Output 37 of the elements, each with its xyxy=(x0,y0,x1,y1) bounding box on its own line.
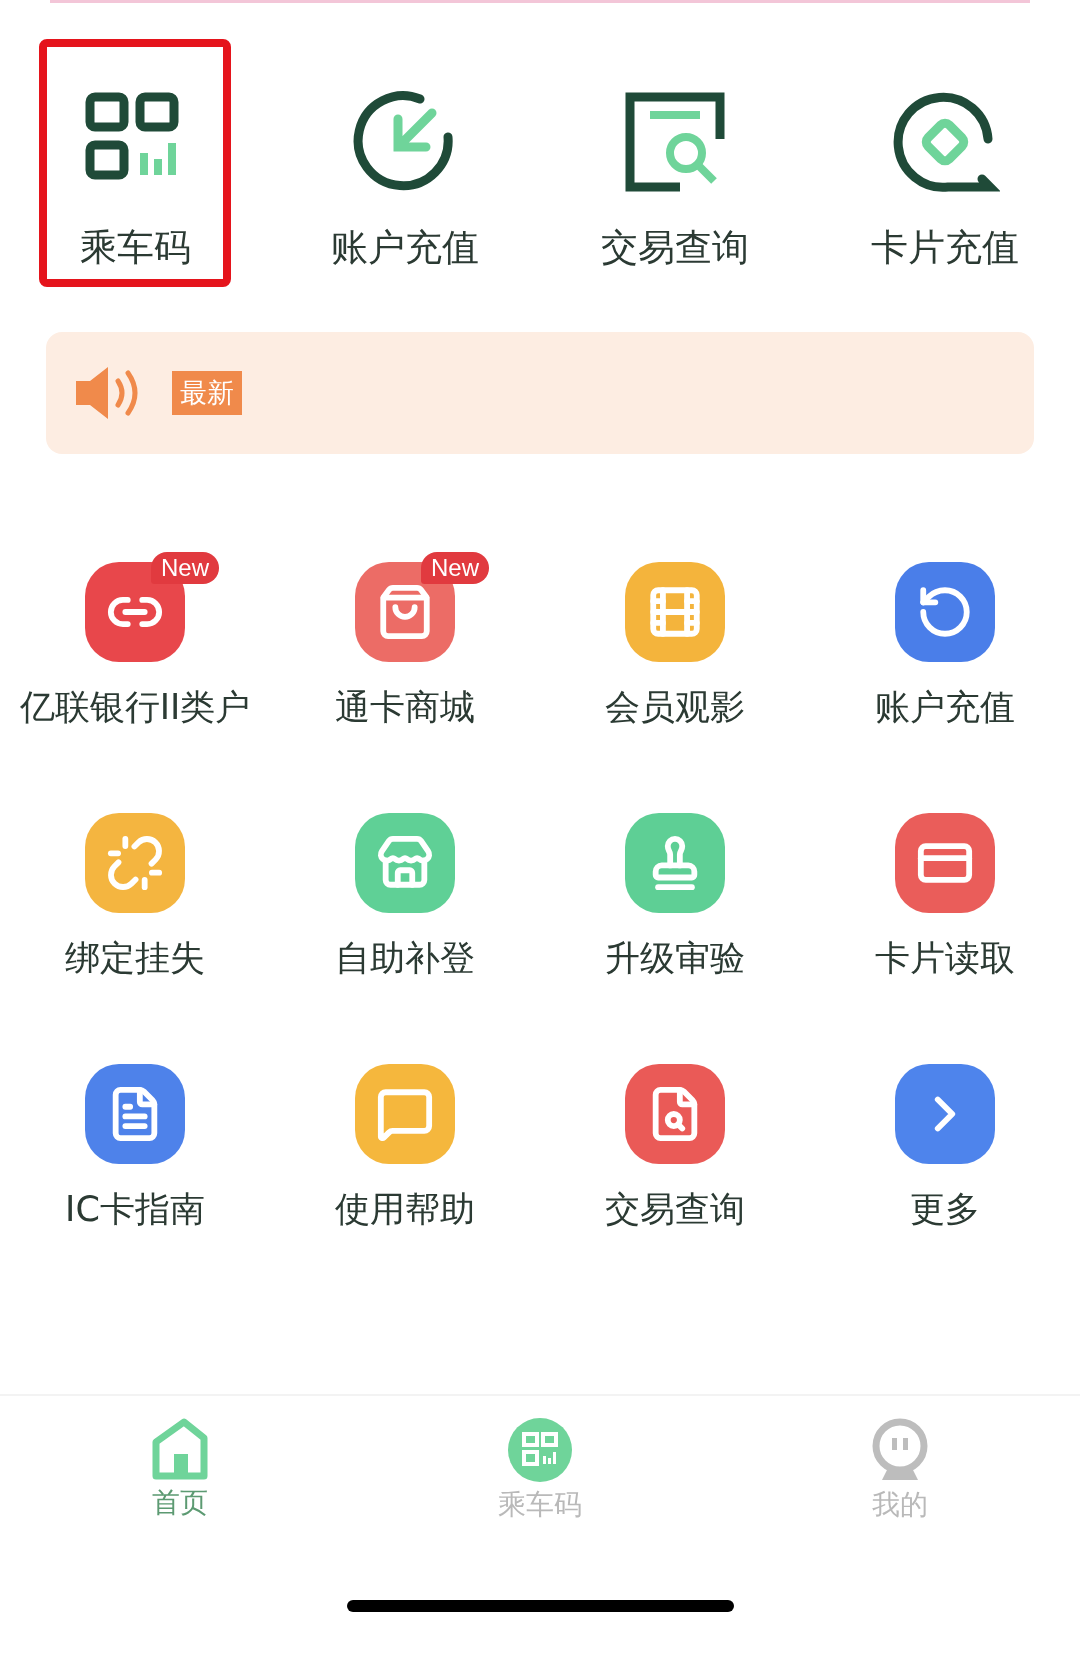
robot-avatar-icon xyxy=(870,1418,930,1482)
service-label: 交易查询 xyxy=(605,1188,745,1231)
service-label: 账户充值 xyxy=(875,686,1015,729)
highlighted-shortcut[interactable]: 乘车码 xyxy=(39,39,231,287)
service-tile[interactable] xyxy=(355,1064,455,1164)
service-tile[interactable] xyxy=(85,1064,185,1164)
shortcut[interactable]: 账户充值 xyxy=(309,39,501,287)
broken-link-icon xyxy=(106,834,164,892)
shortcut[interactable]: 卡片充值 xyxy=(849,39,1041,287)
service-tile[interactable] xyxy=(895,813,995,913)
service-label: 通卡商城 xyxy=(335,686,475,729)
home-icon xyxy=(150,1418,210,1480)
service-label: 自助补登 xyxy=(335,937,475,980)
service-label: 绑定挂失 xyxy=(65,937,205,980)
service-tile[interactable] xyxy=(85,813,185,913)
new-badge: New xyxy=(151,552,219,584)
service-tile[interactable] xyxy=(625,813,725,913)
service-tile[interactable] xyxy=(625,1064,725,1164)
service-label: 亿联银行II类户 xyxy=(19,686,251,729)
service-tile[interactable] xyxy=(895,562,995,662)
service-tile[interactable] xyxy=(895,1064,995,1164)
shortcut[interactable]: 交易查询 xyxy=(579,39,771,287)
shortcut-label: 账户充值 xyxy=(331,225,479,271)
service-label: 使用帮助 xyxy=(335,1188,475,1231)
latest-badge: 最新 xyxy=(172,371,242,415)
shortcut-label: 乘车码 xyxy=(79,225,191,271)
service-label: 卡片读取 xyxy=(875,937,1015,980)
service-tile[interactable] xyxy=(625,562,725,662)
service-label: 更多 xyxy=(910,1188,980,1231)
qr-code-icon xyxy=(508,1418,572,1482)
shortcut-label: 卡片充值 xyxy=(871,225,1019,271)
shortcut-label: 交易查询 xyxy=(601,225,749,271)
service-label: IC卡指南 xyxy=(65,1188,205,1231)
service-label: 会员观影 xyxy=(605,686,745,729)
service-tile[interactable] xyxy=(355,813,455,913)
new-badge: New xyxy=(421,552,489,584)
service-label: 升级审验 xyxy=(605,937,745,980)
